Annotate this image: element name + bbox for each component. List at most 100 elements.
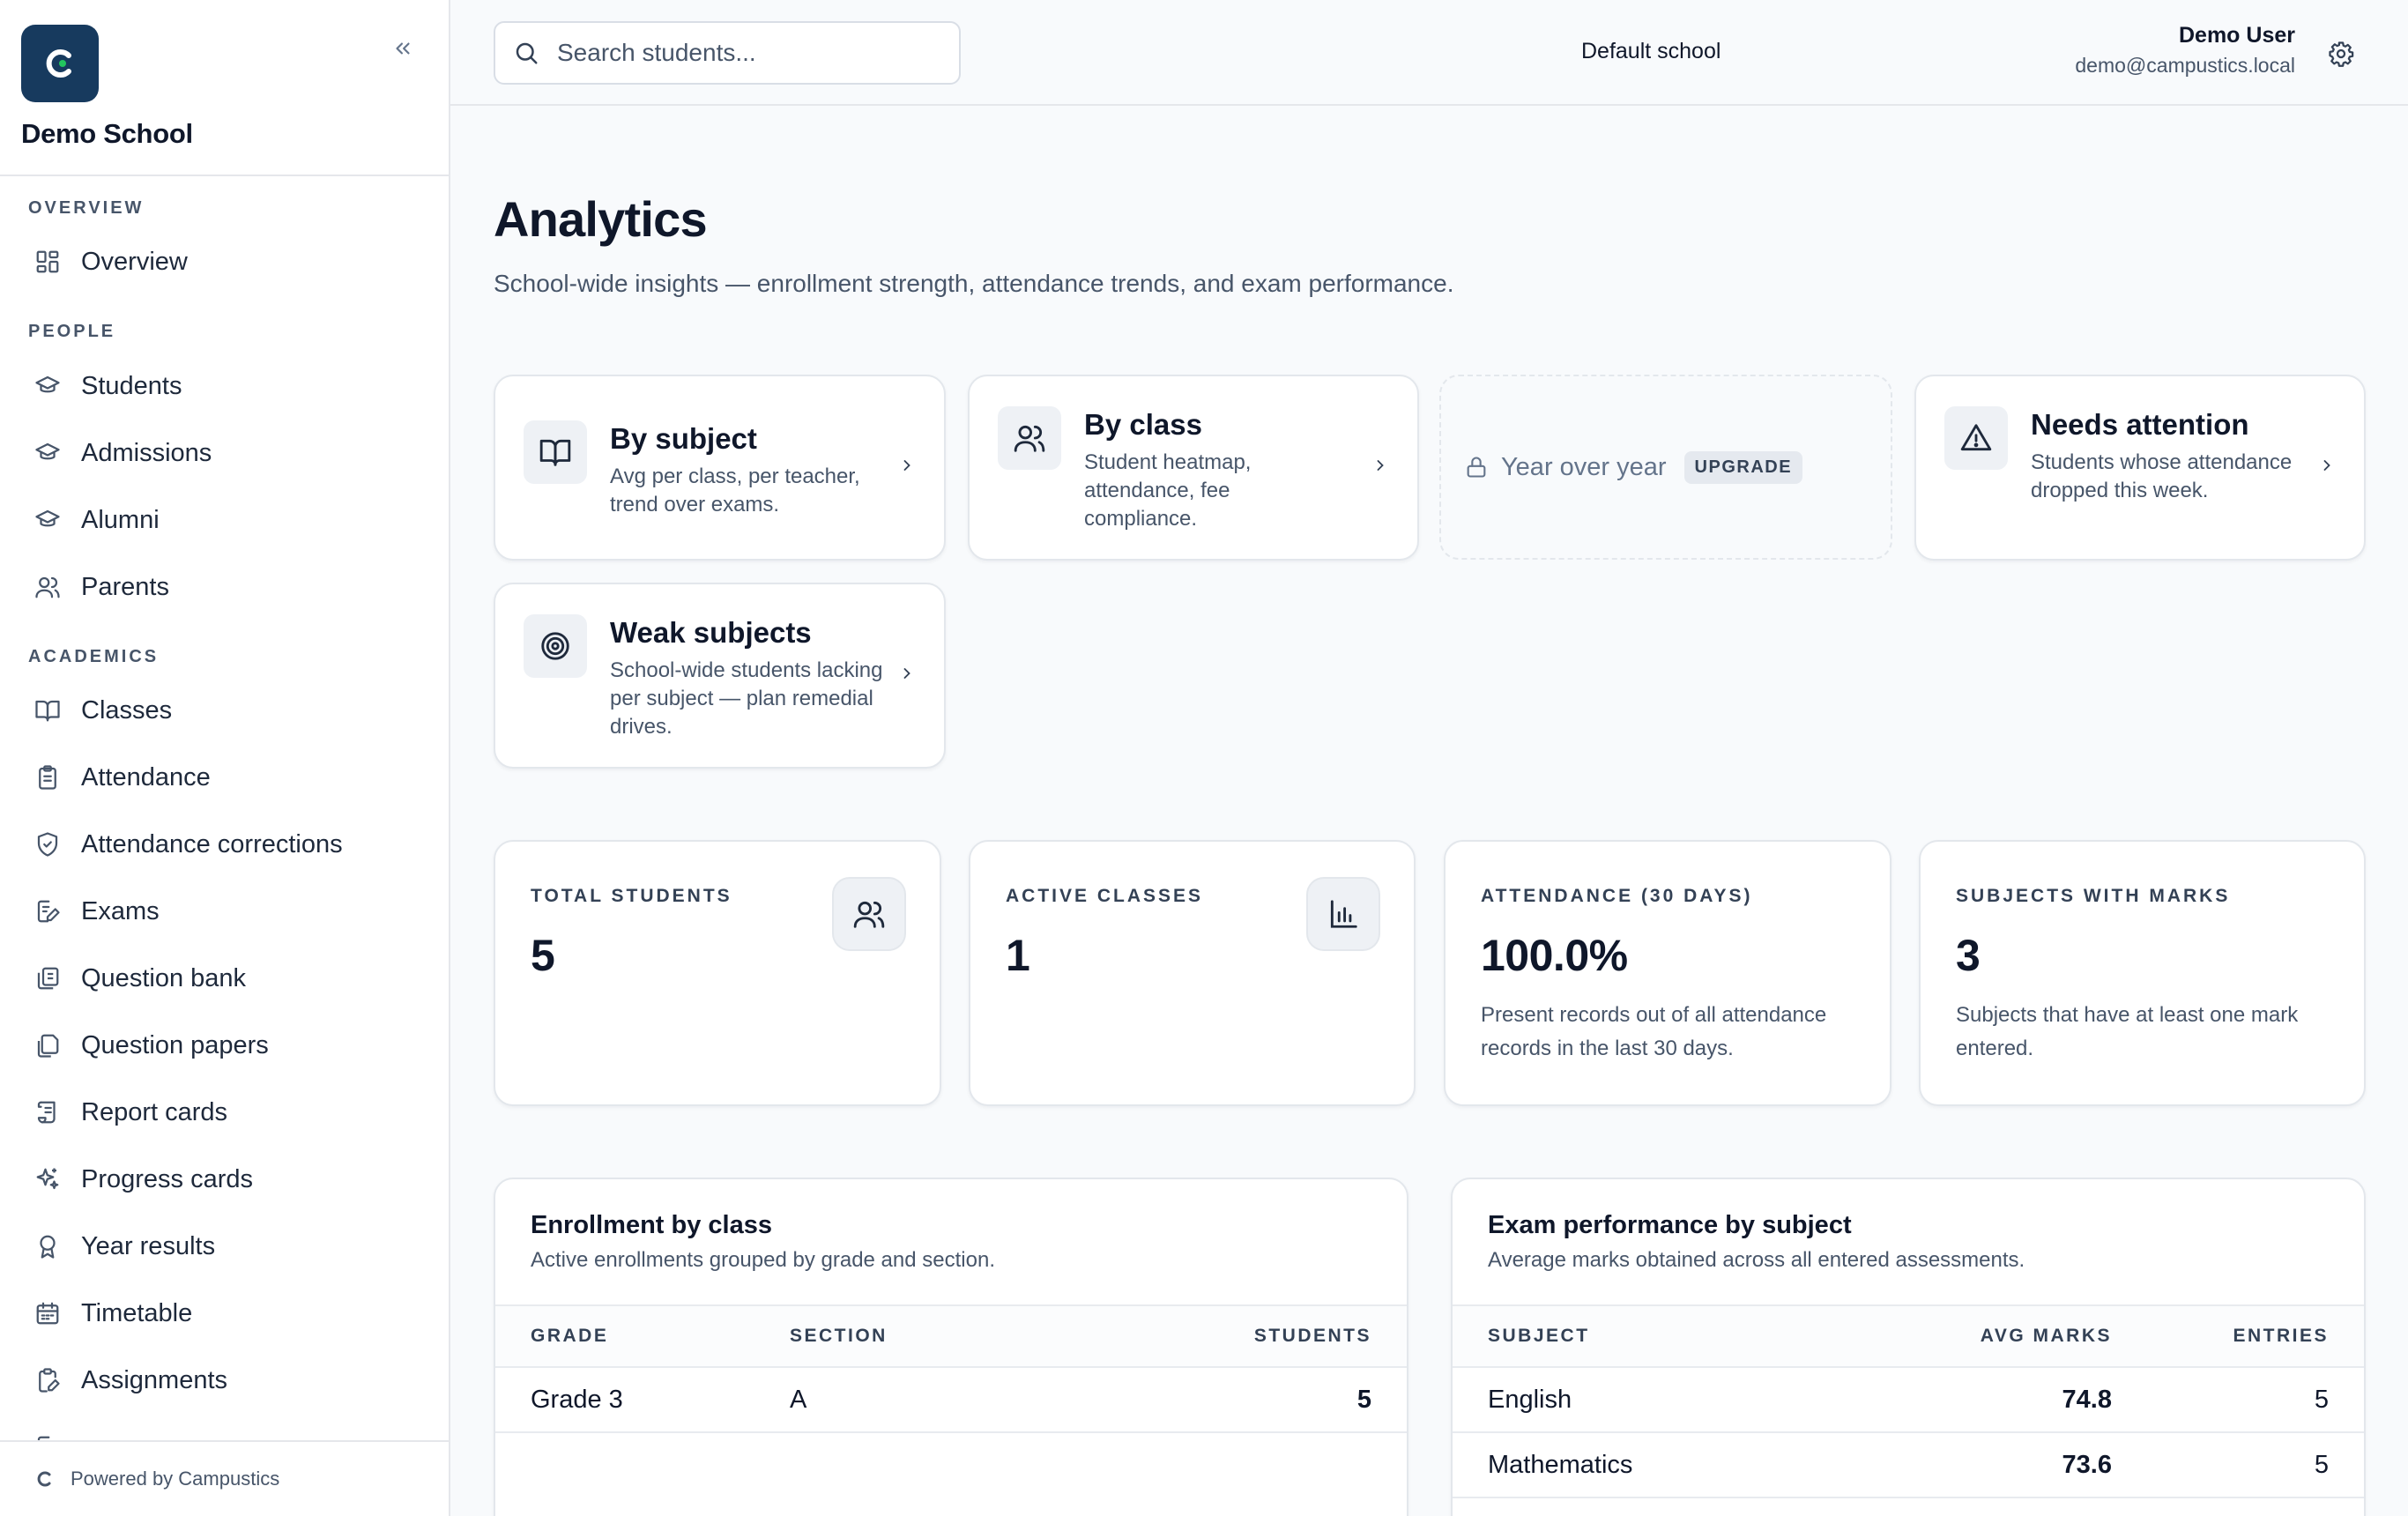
- stat-note: Subjects that have at least one mark ent…: [1956, 1003, 2299, 1060]
- table-row[interactable]: English 74.8 5: [1453, 1367, 2364, 1433]
- clipboard-list-icon: [19, 750, 76, 805]
- stat-label: SUBJECTS WITH MARKS: [1956, 886, 2231, 906]
- locked-card-title: Year over year: [1501, 452, 1667, 481]
- sidebar-item-label: Alumni: [81, 505, 160, 534]
- collapse-sidebar-button[interactable]: [388, 33, 418, 63]
- table-row[interactable]: Mathematics 73.6 5: [1453, 1432, 2364, 1498]
- nav-section-academics: ACADEMICS: [28, 647, 160, 666]
- year-over-year-locked-card[interactable]: Year over year UPGRADE: [1439, 375, 1892, 560]
- sidebar-item-label: Year results: [81, 1231, 216, 1260]
- user-info[interactable]: Demo User demo@campustics.local: [2075, 23, 2295, 78]
- page-title: Analytics: [494, 191, 708, 247]
- stat-note: Present records out of all attendance re…: [1481, 1003, 1827, 1060]
- chevron-right-icon: [898, 665, 916, 682]
- lock-icon: [1467, 457, 1486, 478]
- weak-subjects-card[interactable]: Weak subjects School-wide students lacki…: [494, 583, 946, 769]
- bar-chart-icon: [1306, 877, 1380, 951]
- sidebar-item-label: Admissions: [81, 438, 212, 467]
- book-open-icon: [19, 683, 76, 738]
- school-logo[interactable]: [21, 25, 99, 102]
- stat-label: TOTAL STUDENTS: [531, 886, 732, 906]
- files-icon: [19, 1018, 76, 1073]
- powered-by-label: Powered by Campustics: [71, 1468, 280, 1490]
- sidebar-item-label: Students: [81, 371, 182, 400]
- total-students-stat: TOTAL STUDENTS 5: [494, 840, 941, 1106]
- chevron-right-icon: [898, 457, 916, 474]
- alert-triangle-icon: [1944, 406, 2008, 470]
- cell-entries: 5: [2112, 1432, 2364, 1498]
- sidebar-item-students[interactable]: Students: [19, 359, 430, 413]
- sidebar-item-label: Classes: [81, 695, 173, 725]
- nav-section-overview: OVERVIEW: [28, 198, 145, 218]
- sidebar-item-attendance[interactable]: Attendance: [19, 750, 430, 805]
- sidebar-item-overview[interactable]: Overview: [19, 234, 430, 289]
- graduation-cap-icon: [19, 359, 76, 413]
- search-input[interactable]: [557, 39, 945, 67]
- sidebar-item-attendance-corrections[interactable]: Attendance corrections: [19, 817, 430, 872]
- search-icon: [495, 40, 557, 66]
- school-selector[interactable]: Default school: [1581, 39, 1721, 64]
- sidebar: Demo School OVERVIEW Overview PEOPLE Stu…: [0, 0, 450, 1516]
- graduation-cap-icon: [19, 493, 76, 547]
- exam-performance-card: Exam performance by subject Average mark…: [1451, 1178, 2366, 1516]
- sidebar-brand: Demo School: [0, 0, 449, 176]
- column-header-subject[interactable]: SUBJECT: [1453, 1304, 1847, 1368]
- table-row[interactable]: Grade 3 A 5: [495, 1367, 1407, 1433]
- top-bar: Default school Demo User demo@campustics…: [450, 0, 2408, 106]
- sidebar-item-assignments[interactable]: Assignments: [19, 1353, 430, 1408]
- file-pen-icon: [19, 1420, 76, 1440]
- chevron-right-icon: [2318, 457, 2336, 474]
- column-header-grade[interactable]: GRADE: [495, 1304, 790, 1368]
- sidebar-item-label: Parents: [81, 572, 169, 601]
- stat-value: 1: [1006, 931, 1030, 980]
- sidebar-item-parents[interactable]: Parents: [19, 560, 430, 614]
- cell-avg-marks: 74.8: [1847, 1367, 2112, 1433]
- sidebar-nav: OVERVIEW Overview PEOPLE Students Admiss…: [0, 176, 449, 1440]
- book-open-icon: [524, 420, 587, 484]
- sidebar-item-year-results[interactable]: Year results: [19, 1219, 430, 1274]
- table-header-row: SUBJECT AVG MARKS ENTRIES: [1453, 1304, 2364, 1368]
- upgrade-badge[interactable]: UPGRADE: [1683, 450, 1803, 484]
- award-icon: [19, 1219, 76, 1274]
- column-header-students[interactable]: STUDENTS: [1084, 1304, 1407, 1368]
- users-icon: [832, 877, 906, 951]
- sidebar-item-label: Timetable: [81, 1298, 193, 1327]
- powered-by-footer: Powered by Campustics: [0, 1440, 449, 1516]
- card-description: Student heatmap, attendance, fee complia…: [1084, 450, 1252, 531]
- sidebar-item-alumni[interactable]: Alumni: [19, 493, 430, 547]
- by-subject-card[interactable]: By subject Avg per class, per teacher, t…: [494, 375, 946, 561]
- sidebar-item-more[interactable]: [19, 1420, 430, 1440]
- chevrons-left-icon: [396, 42, 410, 55]
- stat-value: 3: [1956, 931, 1981, 980]
- sidebar-item-classes[interactable]: Classes: [19, 683, 430, 738]
- active-classes-stat: ACTIVE CLASSES 1: [969, 840, 1416, 1106]
- sidebar-item-report-cards[interactable]: Report cards: [19, 1085, 430, 1140]
- by-class-card[interactable]: By class Student heatmap, attendance, fe…: [968, 375, 1419, 561]
- layout-grid-icon: [19, 234, 76, 289]
- needs-attention-card[interactable]: Needs attention Students whose attendanc…: [1914, 375, 2366, 561]
- sidebar-item-progress-cards[interactable]: Progress cards: [19, 1152, 430, 1207]
- cell-section: A: [790, 1367, 1084, 1433]
- column-header-avg-marks[interactable]: AVG MARKS: [1847, 1304, 2112, 1368]
- user-email: demo@campustics.local: [2075, 54, 2295, 77]
- sidebar-item-question-bank[interactable]: Question bank: [19, 951, 430, 1006]
- sidebar-item-exams[interactable]: Exams: [19, 884, 430, 939]
- users-icon: [998, 406, 1061, 470]
- search-box[interactable]: [494, 21, 961, 85]
- stat-value: 5: [531, 931, 555, 980]
- sidebar-item-question-papers[interactable]: Question papers: [19, 1018, 430, 1073]
- calendar-icon: [19, 1286, 76, 1341]
- card-title: By subject: [610, 422, 757, 455]
- sidebar-item-admissions[interactable]: Admissions: [19, 426, 430, 480]
- library-icon: [19, 951, 76, 1006]
- gear-icon: [2329, 41, 2354, 67]
- sidebar-item-timetable[interactable]: Timetable: [19, 1286, 430, 1341]
- column-header-entries[interactable]: ENTRIES: [2112, 1304, 2364, 1368]
- exam-performance-table: SUBJECT AVG MARKS ENTRIES English 74.8 5…: [1453, 1304, 2364, 1498]
- column-header-section[interactable]: SECTION: [790, 1304, 1084, 1368]
- card-title: Exam performance by subject: [1488, 1211, 1852, 1239]
- campustics-small-icon: [37, 1471, 51, 1487]
- scroll-text-icon: [19, 1085, 76, 1140]
- cell-subject: English: [1453, 1367, 1847, 1433]
- settings-button[interactable]: [2321, 33, 2361, 74]
